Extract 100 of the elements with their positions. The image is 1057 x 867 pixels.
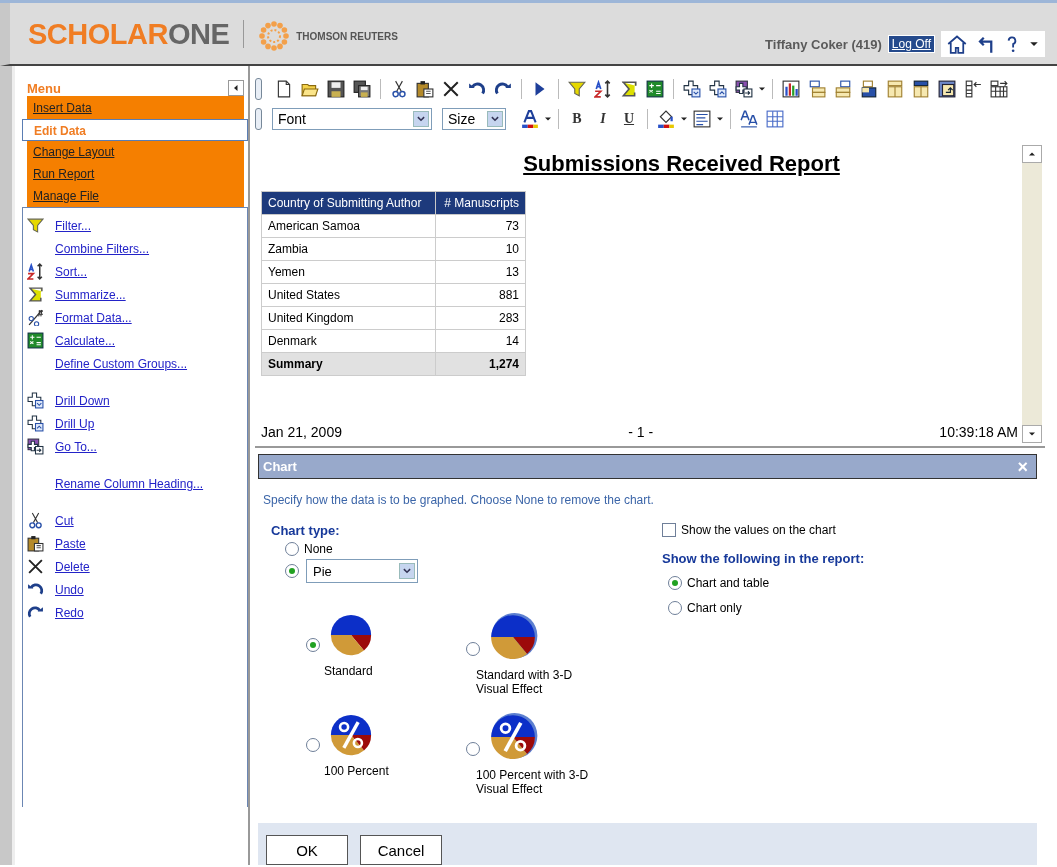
option-label: None: [304, 542, 333, 556]
table-cell: American Samoa: [261, 214, 436, 238]
instruction-text: Specify how the data is to be graphed. Choose None to remove the chart.: [263, 493, 655, 507]
action-link[interactable]: Filter...: [55, 218, 91, 233]
radio-button[interactable]: [466, 742, 480, 756]
layout-icon[interactable]: [860, 80, 878, 98]
radio-button[interactable]: [285, 542, 299, 556]
drill-up-icon[interactable]: [709, 80, 727, 98]
menu-item[interactable]: Change Layout: [27, 141, 244, 163]
radio-button[interactable]: [306, 638, 320, 652]
style-label: 100 Percent with 3-D Visual Effect: [476, 768, 590, 796]
dialog-button[interactable]: OK: [266, 835, 348, 865]
radio-button[interactable]: [285, 564, 299, 578]
radio-button[interactable]: [466, 642, 480, 656]
back-arrow-icon[interactable]: [975, 34, 995, 54]
percent-pie-chart-icon[interactable]: [488, 712, 538, 762]
sort-icon[interactable]: [594, 80, 612, 98]
x-icon[interactable]: [442, 80, 460, 98]
radio-button[interactable]: [306, 738, 320, 752]
action-link[interactable]: Combine Filters...: [55, 241, 150, 256]
action-link[interactable]: Drill Down: [55, 393, 110, 408]
style-label: Standard: [324, 664, 374, 678]
action-link[interactable]: Calculate...: [55, 333, 116, 348]
go-to-icon[interactable]: [27, 438, 44, 455]
calculator-icon[interactable]: [27, 332, 44, 349]
menu-item[interactable]: Insert Data: [27, 97, 244, 119]
percent-pie-chart-icon[interactable]: [328, 712, 374, 758]
left-triangle-icon: [232, 84, 240, 92]
layout-icon[interactable]: [912, 80, 930, 98]
insert-column-left-icon[interactable]: [964, 80, 982, 98]
scissors-icon[interactable]: [390, 80, 408, 98]
action-link[interactable]: Define Custom Groups...: [55, 356, 188, 371]
paint-bucket-icon[interactable]: [657, 110, 675, 128]
action-link[interactable]: Go To...: [55, 439, 97, 454]
pie-chart-icon[interactable]: [328, 612, 374, 658]
font-select[interactable]: Font: [272, 108, 432, 130]
sort-icon[interactable]: [27, 263, 44, 280]
collapse-button[interactable]: [228, 80, 244, 96]
calculator-icon[interactable]: [646, 80, 664, 98]
drill-up-icon[interactable]: [27, 415, 44, 432]
chart-type-select[interactable]: Pie: [306, 559, 418, 583]
home-icon[interactable]: [947, 34, 967, 54]
font-color-icon[interactable]: [521, 110, 539, 128]
menu-item[interactable]: Manage File: [27, 185, 244, 207]
grid-icon[interactable]: [766, 110, 784, 128]
bold-button[interactable]: B: [565, 108, 589, 130]
percent-format-icon[interactable]: [27, 309, 44, 326]
insert-column-right-icon[interactable]: [990, 80, 1008, 98]
action-link[interactable]: Delete: [55, 559, 90, 574]
table-cell: 73: [435, 214, 526, 238]
action-link[interactable]: Cut: [55, 513, 74, 528]
checkbox-label: Show the values on the chart: [681, 523, 836, 537]
clipboard-icon[interactable]: [416, 80, 434, 98]
action-link[interactable]: Summarize...: [55, 287, 126, 302]
sigma-icon[interactable]: [620, 80, 638, 98]
action-link[interactable]: Sort...: [55, 264, 87, 279]
action-link[interactable]: Redo: [55, 605, 84, 620]
sigma-icon[interactable]: [27, 286, 44, 303]
table-cell: United Kingdom: [261, 306, 436, 330]
action-link[interactable]: Format Data...: [55, 310, 132, 325]
filter-icon[interactable]: [27, 217, 44, 234]
action-link[interactable]: Drill Up: [55, 416, 95, 431]
menu-item[interactable]: Run Report: [27, 163, 244, 185]
scroll-up-icon[interactable]: [1028, 150, 1036, 158]
drill-down-icon[interactable]: [683, 80, 701, 98]
floppy-disks-icon[interactable]: [353, 80, 371, 98]
filter-icon[interactable]: [568, 80, 586, 98]
dotted-circle-logo-icon: [258, 20, 291, 52]
underline-button[interactable]: U: [617, 108, 641, 130]
x-icon[interactable]: [27, 558, 44, 575]
bar-chart-icon[interactable]: [782, 80, 800, 98]
drill-down-icon[interactable]: [27, 392, 44, 409]
pivot-table-icon[interactable]: [938, 80, 956, 98]
text-style-icon[interactable]: [740, 110, 758, 128]
toolbar-grip[interactable]: [255, 78, 262, 100]
checkbox[interactable]: [662, 523, 676, 537]
scrollbar[interactable]: [1022, 145, 1042, 443]
text-align-icon[interactable]: [693, 110, 711, 128]
italic-button[interactable]: I: [591, 108, 615, 130]
column-header: Country of Submitting Author: [261, 191, 436, 215]
radio-button[interactable]: [668, 600, 682, 615]
action-link[interactable]: Paste: [55, 536, 86, 551]
action-link[interactable]: Rename Column Heading...: [55, 476, 204, 491]
dialog-button[interactable]: Cancel: [360, 835, 442, 865]
scroll-down-icon[interactable]: [1028, 430, 1036, 438]
table-cell: 10: [435, 237, 526, 261]
toolbar-grip[interactable]: [255, 108, 262, 130]
user-name: Tiffany Coker (419): [765, 36, 882, 52]
clipboard-icon[interactable]: [27, 535, 44, 552]
document-icon[interactable]: [275, 80, 293, 98]
size-select[interactable]: Size: [442, 108, 506, 130]
radio-button[interactable]: [668, 575, 682, 590]
scissors-icon[interactable]: [27, 512, 44, 529]
go-to-icon[interactable]: [735, 80, 753, 98]
log-off-button[interactable]: Log Off: [887, 35, 935, 53]
action-link[interactable]: Undo: [55, 582, 84, 597]
table-cell: 14: [435, 329, 526, 353]
pie-chart-icon[interactable]: [488, 612, 538, 662]
publisher-name: THOMSON REUTERS: [296, 30, 398, 42]
panel-title: Chart: [263, 459, 297, 474]
